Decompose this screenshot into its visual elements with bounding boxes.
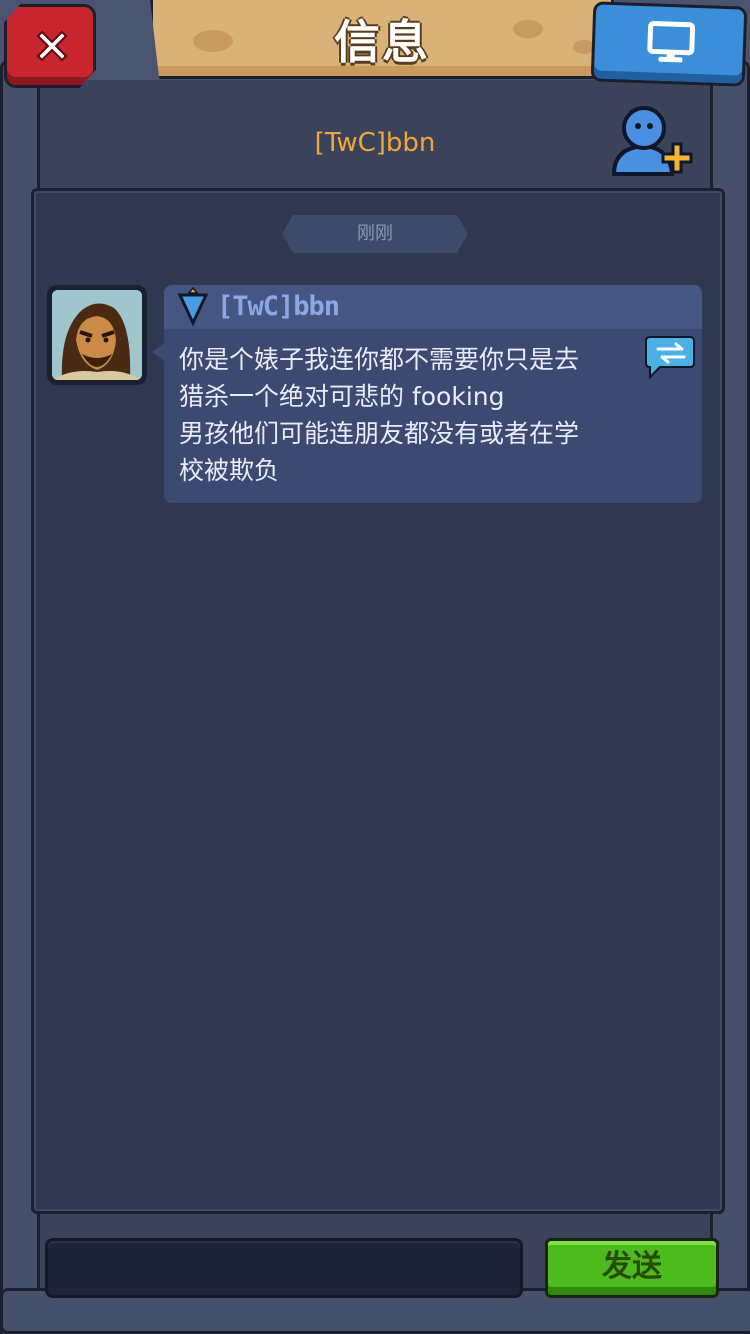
message-sender-name[interactable]: [TwC]bbn (217, 291, 340, 322)
avatar[interactable] (47, 285, 147, 385)
message-line: 你是个婊子我连你都不需要你只是去 (179, 345, 580, 374)
message-line: 校被欺负 (179, 456, 280, 485)
message-bubble[interactable]: [TwC]bbn 你是个婊子我连你都不需要你只是去 猎杀一个绝对可悲的 fook… (152, 285, 702, 503)
title-banner: 信息 (150, 0, 614, 79)
send-button[interactable]: 发送 (545, 1238, 719, 1298)
add-friend-button[interactable] (608, 104, 694, 182)
monitor-icon (647, 20, 696, 63)
close-button[interactable] (4, 4, 96, 88)
translate-icon (645, 336, 695, 380)
message-line: 猎杀一个绝对可悲的 fooking (179, 382, 505, 411)
message-screen: 信息 [TwC]bbn 刚刚 [TwC]bbn 你是个婊子我连你都不需要你只是去… (0, 0, 750, 1334)
timestamp-badge: 刚刚 (282, 215, 468, 253)
page-title: 信息 (334, 15, 430, 69)
message-line: 男孩他们可能连朋友都没有或者在学 (179, 419, 580, 448)
close-icon (36, 30, 68, 62)
rank-shield-icon (177, 287, 209, 327)
message-header: [TwC]bbn (164, 285, 702, 329)
avatar-portrait (52, 290, 142, 380)
warrior-portrait-icon (52, 290, 142, 380)
message-body: 你是个婊子我连你都不需要你只是去 猎杀一个绝对可悲的 fooking 男孩他们可… (179, 341, 639, 489)
message-input[interactable] (45, 1238, 523, 1298)
add-friend-icon (611, 106, 693, 176)
translate-button[interactable] (644, 335, 696, 380)
screen-button[interactable] (590, 1, 748, 87)
